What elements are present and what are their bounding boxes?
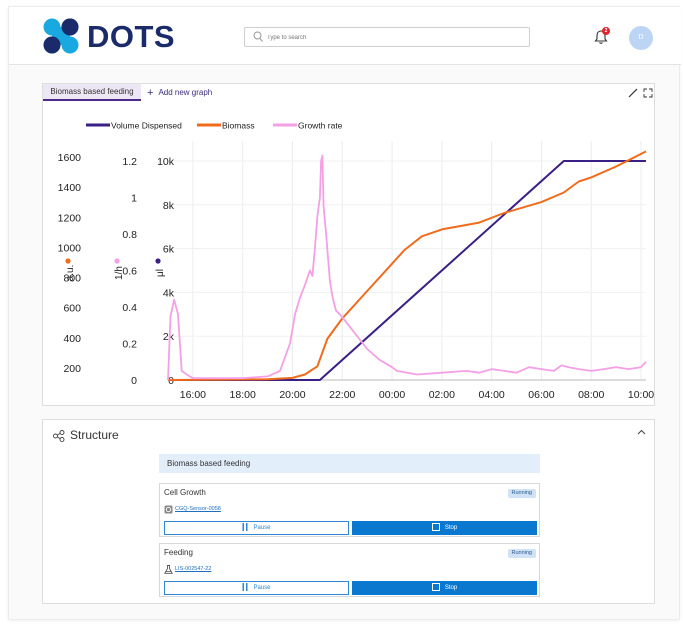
sensor-icon bbox=[164, 505, 173, 514]
search-box[interactable] bbox=[244, 27, 530, 47]
plus-icon: + bbox=[147, 87, 154, 99]
add-graph-label: Add new graph bbox=[158, 88, 213, 97]
pause-label: Pause bbox=[253, 585, 271, 591]
expand-icon[interactable] bbox=[643, 88, 653, 98]
stop-label: Stop bbox=[444, 525, 458, 531]
pause-button[interactable]: Pause bbox=[164, 521, 349, 535]
stop-button[interactable]: Stop bbox=[352, 521, 537, 535]
top-header: DOTS 2 D bbox=[9, 7, 681, 65]
middle-tick-label: 1.2 bbox=[122, 156, 137, 168]
x-tick-label: 10:00 bbox=[628, 389, 654, 401]
add-graph-button[interactable]: + Add new graph bbox=[145, 84, 225, 101]
status-badge: Running bbox=[507, 489, 536, 498]
tab-biomass-feeding[interactable]: Biomass based feeding bbox=[43, 84, 141, 101]
logo-text: DOTS bbox=[87, 19, 176, 54]
app-page: DOTS 2 D Biomass based feeding + Add new … bbox=[8, 6, 681, 620]
structure-title: Structure bbox=[70, 428, 119, 442]
right-tick-label: 8k bbox=[163, 200, 175, 212]
graph-card: Biomass based feeding + Add new graph Vol… bbox=[42, 83, 655, 406]
axis-unit-label: 1/h bbox=[114, 266, 125, 280]
middle-tick-label: 0.2 bbox=[122, 339, 137, 351]
series-line-growth-rate bbox=[167, 154, 647, 381]
block-title: Cell Growth bbox=[164, 488, 206, 497]
structure-icon bbox=[53, 430, 65, 442]
pause-icon bbox=[242, 583, 248, 591]
chevron-up-icon[interactable] bbox=[637, 429, 646, 435]
x-tick-label: 00:00 bbox=[379, 389, 405, 401]
x-tick-label: 04:00 bbox=[479, 389, 505, 401]
growth-chart: Volume Dispensed Biomass Growth rate 16:00… bbox=[58, 121, 654, 402]
middle-tick-label: 0.4 bbox=[122, 302, 137, 314]
legend-label: Growth rate bbox=[298, 121, 343, 131]
pause-icon bbox=[242, 523, 248, 531]
graph-tabbar: Biomass based feeding + Add new graph bbox=[43, 84, 654, 101]
axis-unit-dot bbox=[155, 258, 161, 264]
left-tick-label: 1200 bbox=[58, 212, 82, 224]
axis-unit-label: a.u. bbox=[65, 265, 76, 282]
status-badge: Running bbox=[507, 549, 536, 558]
left-tick-label: 400 bbox=[63, 333, 81, 345]
middle-tick-label: 1 bbox=[131, 193, 137, 205]
x-tick-label: 02:00 bbox=[429, 389, 455, 401]
pause-label: Pause bbox=[253, 525, 271, 531]
flask-icon bbox=[164, 565, 173, 574]
right-tick-label: 6k bbox=[163, 244, 175, 256]
middle-tick-label: 0 bbox=[131, 375, 137, 387]
x-tick-label: 20:00 bbox=[279, 389, 305, 401]
axis-unit-dot bbox=[65, 258, 71, 264]
device-link[interactable]: CGQ-Sensor-0058 bbox=[175, 506, 221, 512]
stop-button[interactable]: Stop bbox=[352, 581, 537, 595]
stop-icon bbox=[431, 523, 440, 531]
x-tick-label: 06:00 bbox=[528, 389, 554, 401]
feeding-header: Biomass based feeding bbox=[159, 454, 540, 473]
right-tick-label: 4k bbox=[163, 287, 175, 299]
stop-label: Stop bbox=[444, 585, 458, 591]
structure-card: Structure Biomass based feeding Cell Gro… bbox=[42, 419, 655, 604]
x-tick-label: 22:00 bbox=[329, 389, 355, 401]
axis-unit-label: μl bbox=[155, 269, 166, 277]
right-tick-label: 10k bbox=[157, 156, 175, 168]
pencil-icon[interactable] bbox=[628, 88, 638, 98]
notification-badge: 2 bbox=[602, 27, 610, 35]
legend-label: Volume Dispensed bbox=[111, 121, 182, 131]
middle-tick-label: 0.8 bbox=[122, 229, 137, 241]
series-line-volume-dispensed bbox=[168, 160, 646, 381]
left-tick-label: 1600 bbox=[58, 152, 82, 164]
x-tick-label: 16:00 bbox=[180, 389, 206, 401]
legend-label: Biomass bbox=[222, 121, 255, 131]
device-link[interactable]: LIS-002547-22 bbox=[175, 566, 211, 572]
search-input[interactable] bbox=[267, 30, 522, 45]
left-tick-label: 600 bbox=[63, 303, 81, 315]
series-line-biomass bbox=[167, 150, 647, 381]
stop-icon bbox=[431, 583, 440, 591]
left-tick-label: 200 bbox=[63, 363, 81, 375]
search-icon bbox=[253, 31, 263, 42]
x-tick-label: 18:00 bbox=[230, 389, 256, 401]
x-tick-label: 08:00 bbox=[578, 389, 604, 401]
block-title: Feeding bbox=[164, 548, 193, 557]
axis-unit-dot bbox=[114, 258, 120, 264]
avatar[interactable]: D bbox=[629, 26, 653, 50]
pause-button[interactable]: Pause bbox=[164, 581, 349, 595]
block-cell-growth: Cell Growth Running CGQ-Sensor-0058 Paus… bbox=[159, 483, 540, 537]
left-tick-label: 1000 bbox=[58, 242, 82, 254]
left-tick-label: 1400 bbox=[58, 182, 82, 194]
block-feeding: Feeding Running LIS-002547-22 Pause Stop bbox=[159, 543, 540, 597]
